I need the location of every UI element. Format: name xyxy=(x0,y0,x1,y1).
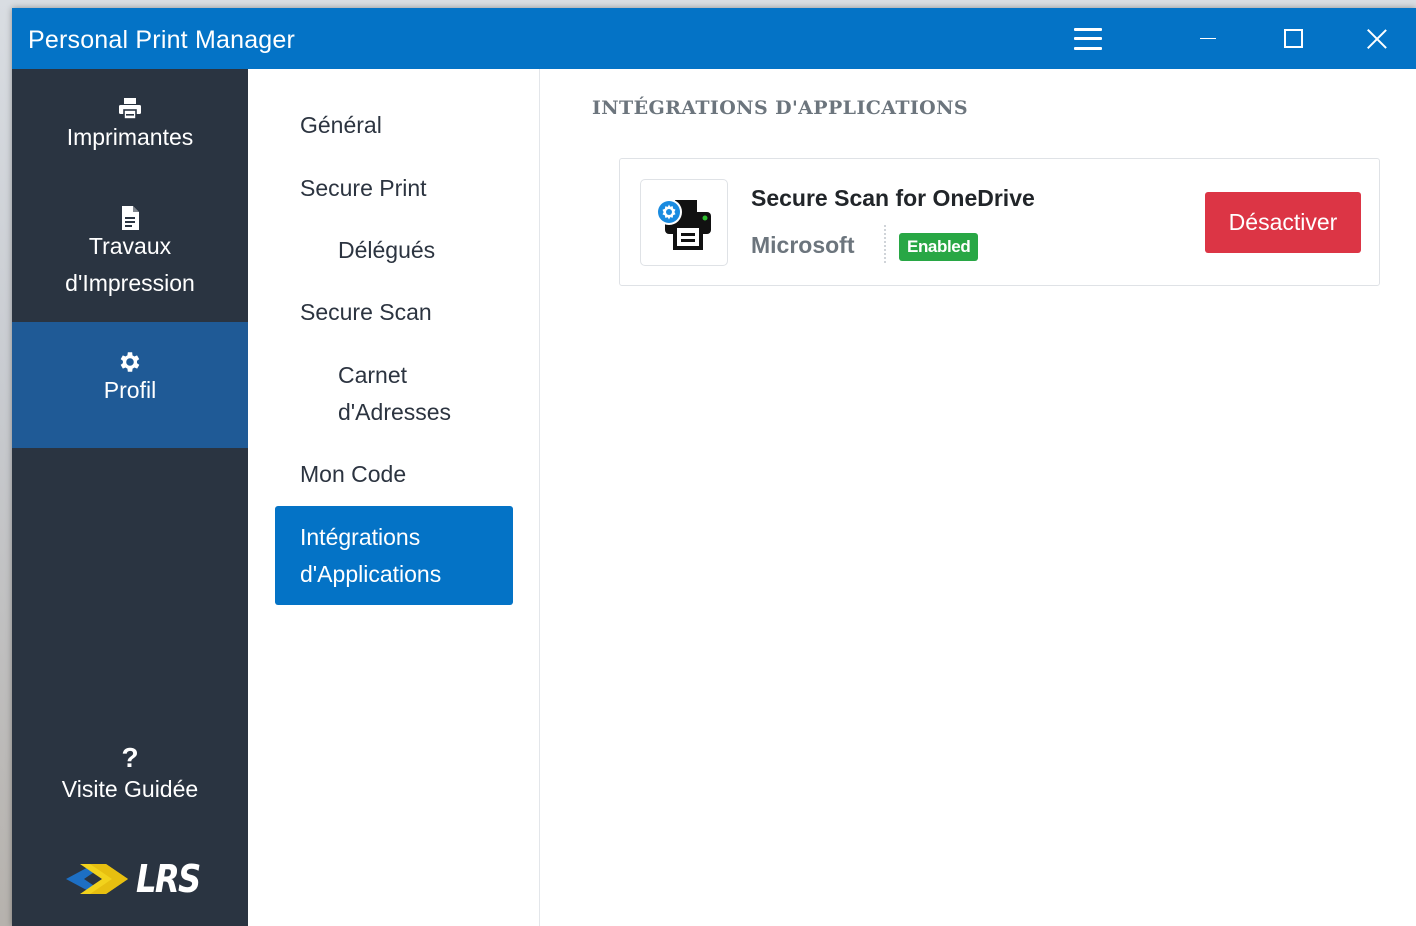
integration-vendor: Microsoft xyxy=(751,232,855,258)
integration-name: Secure Scan for OneDrive xyxy=(751,185,1035,211)
divider xyxy=(884,225,886,263)
sidebar-item-guided-tour[interactable]: ? Visite Guidée xyxy=(12,742,248,808)
sidebar-item-print-jobs[interactable]: Travaux d'Impression xyxy=(12,206,248,302)
lrs-logo-text: LRS xyxy=(136,857,201,901)
gear-icon xyxy=(117,350,143,374)
status-badge: Enabled xyxy=(899,233,979,261)
printer-icon xyxy=(118,97,142,121)
subnav-item-general[interactable]: Général xyxy=(300,107,382,144)
maximize-button[interactable] xyxy=(1258,8,1328,69)
sidebar-item-profile[interactable]: Profil xyxy=(12,322,248,448)
main-sidebar: Imprimantes Travaux d'Impression Profil … xyxy=(12,69,248,926)
sidebar-item-printers[interactable]: Imprimantes xyxy=(12,97,248,156)
sidebar-item-label: Imprimantes xyxy=(66,124,194,150)
scan-printer-icon xyxy=(656,198,711,250)
minimize-icon xyxy=(1200,37,1216,40)
subnav-item-label: Carnet xyxy=(338,362,408,388)
subnav-item-delegates[interactable]: Délégués xyxy=(338,232,435,269)
help-icon: ? xyxy=(121,742,139,773)
deactivate-button[interactable]: Désactiver xyxy=(1205,192,1361,253)
sidebar-item-label: Visite Guidée xyxy=(61,776,199,802)
subnav-item-address-book[interactable]: Carnet d'Adresses xyxy=(338,357,451,431)
minimize-button[interactable] xyxy=(1173,8,1243,69)
hamburger-icon xyxy=(1074,27,1102,50)
subnav-item-my-code[interactable]: Mon Code xyxy=(300,456,406,493)
sidebar-item-label: d'Impression xyxy=(65,270,195,296)
subnav-item-app-integrations[interactable]: Intégrations d'Applications xyxy=(275,506,513,605)
title-bar: Personal Print Manager xyxy=(12,8,1416,69)
integration-icon-box xyxy=(640,179,728,266)
menu-button[interactable] xyxy=(1053,8,1123,69)
section-title: INTÉGRATIONS D'APPLICATIONS xyxy=(592,97,969,119)
document-icon xyxy=(120,206,140,230)
subnav-item-label: d'Adresses xyxy=(338,399,452,425)
window-title: Personal Print Manager xyxy=(28,26,296,54)
sidebar-item-label: Profil xyxy=(103,377,157,403)
sidebar-item-label: Travaux xyxy=(88,233,172,259)
maximize-icon xyxy=(1283,29,1303,48)
close-button[interactable] xyxy=(1342,8,1412,69)
lrs-chevron-icon xyxy=(66,864,128,894)
profile-subnav: Général Secure Print Délégués Secure Sca… xyxy=(248,69,540,926)
subnav-item-secure-scan[interactable]: Secure Scan xyxy=(300,294,432,331)
subnav-item-label: d'Applications xyxy=(300,561,442,587)
lrs-logo: LRS xyxy=(66,857,211,901)
subnav-item-label: Intégrations xyxy=(300,524,421,550)
integration-card: Secure Scan for OneDrive Microsoft Enabl… xyxy=(619,158,1380,286)
subnav-item-secure-print[interactable]: Secure Print xyxy=(300,170,427,207)
close-icon xyxy=(1367,29,1387,49)
app-window: Personal Print Manager Imprimantes Trava… xyxy=(12,8,1416,926)
main-content: INTÉGRATIONS D'APPLICATIONS Secure Scan … xyxy=(540,69,1416,926)
